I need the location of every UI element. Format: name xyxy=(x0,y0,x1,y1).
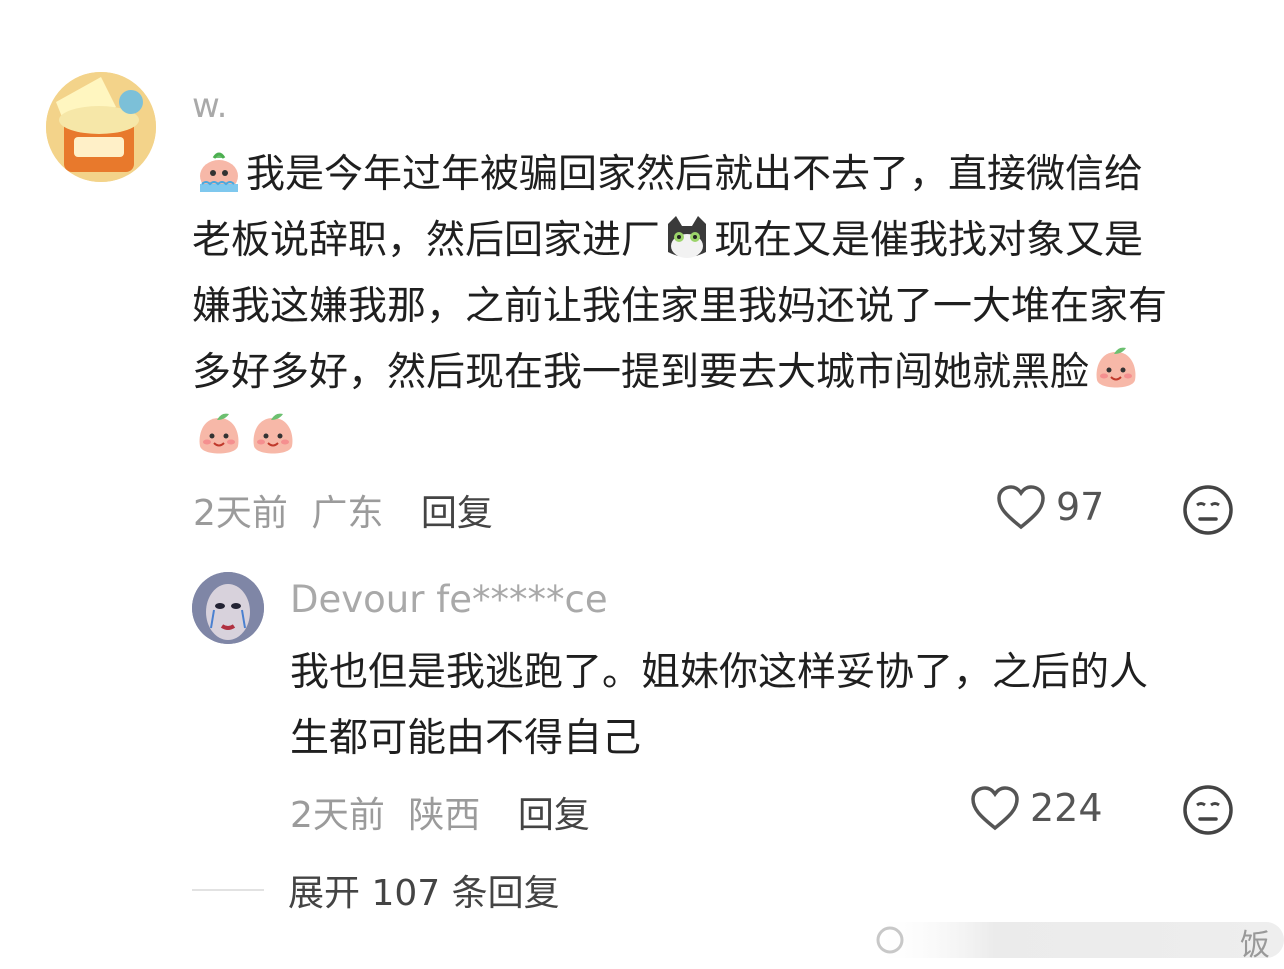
comment-text: 我是今年过年被骗回家然后就出不去了，直接微信给 老板说辞职，然后回家进厂 现在又… xyxy=(192,142,1252,472)
like-count: 97 xyxy=(1056,485,1105,529)
expand-replies-button[interactable]: 展开 107 条回复 xyxy=(192,864,560,916)
reply-text: 我也但是我逃跑了。姐妹你这样妥协了，之后的人 生都可能由不得自己 xyxy=(290,640,1230,772)
reply-line: 生都可能由不得自己 xyxy=(290,716,642,761)
reply-line: 我也但是我逃跑了。姐妹你这样妥协了，之后的人 xyxy=(290,650,1149,695)
divider xyxy=(192,889,264,891)
like-button[interactable]: 97 xyxy=(996,484,1104,530)
reply-like-count: 224 xyxy=(1030,786,1103,830)
reply-meta: 2天前 陕西 回复 xyxy=(290,786,590,838)
comment-time: 2天前 xyxy=(193,493,288,534)
peach-face-emoji xyxy=(253,413,293,454)
comment-username[interactable]: w. xyxy=(192,86,228,126)
reply-like-button[interactable]: 224 xyxy=(970,785,1103,831)
reply-reply-button[interactable]: 回复 xyxy=(518,795,590,836)
comment-line: 多好多好，然后现在我一提到要去大城市闯她就黑脸 xyxy=(192,350,1090,395)
watermark-text: 饭 xyxy=(1240,928,1270,963)
comment-line: 嫌我这嫌我那，之前让我住家里我妈还说了一大堆在家有 xyxy=(192,284,1168,329)
cat-emoji xyxy=(668,216,707,258)
dislike-face-icon[interactable] xyxy=(1182,484,1234,536)
comment-line: 现在又是催我找对象又是 xyxy=(714,218,1144,263)
peach-face-emoji xyxy=(199,413,239,454)
comment-line: 老板说辞职，然后回家进厂 xyxy=(192,218,661,263)
avatar[interactable] xyxy=(46,72,156,182)
heart-icon xyxy=(997,485,1045,530)
reply-location: 陕西 xyxy=(408,795,481,836)
reply-button[interactable]: 回复 xyxy=(421,493,493,534)
reply-avatar[interactable] xyxy=(192,572,264,644)
reply-time: 2天前 xyxy=(290,795,385,836)
heart-icon xyxy=(971,786,1019,831)
expand-replies-label: 展开 107 条回复 xyxy=(288,873,560,914)
comment-meta: 2天前 广东 回复 xyxy=(193,484,493,536)
reply-username[interactable]: Devour fe*****ce xyxy=(290,578,608,621)
crying-face-emoji xyxy=(200,152,238,192)
comment-line: 我是今年过年被骗回家然后就出不去了，直接微信给 xyxy=(246,152,1144,197)
watermark-logo xyxy=(870,922,1284,958)
dislike-face-icon[interactable] xyxy=(1182,784,1234,836)
peach-face-emoji xyxy=(1096,347,1136,388)
comment-location: 广东 xyxy=(311,493,384,534)
